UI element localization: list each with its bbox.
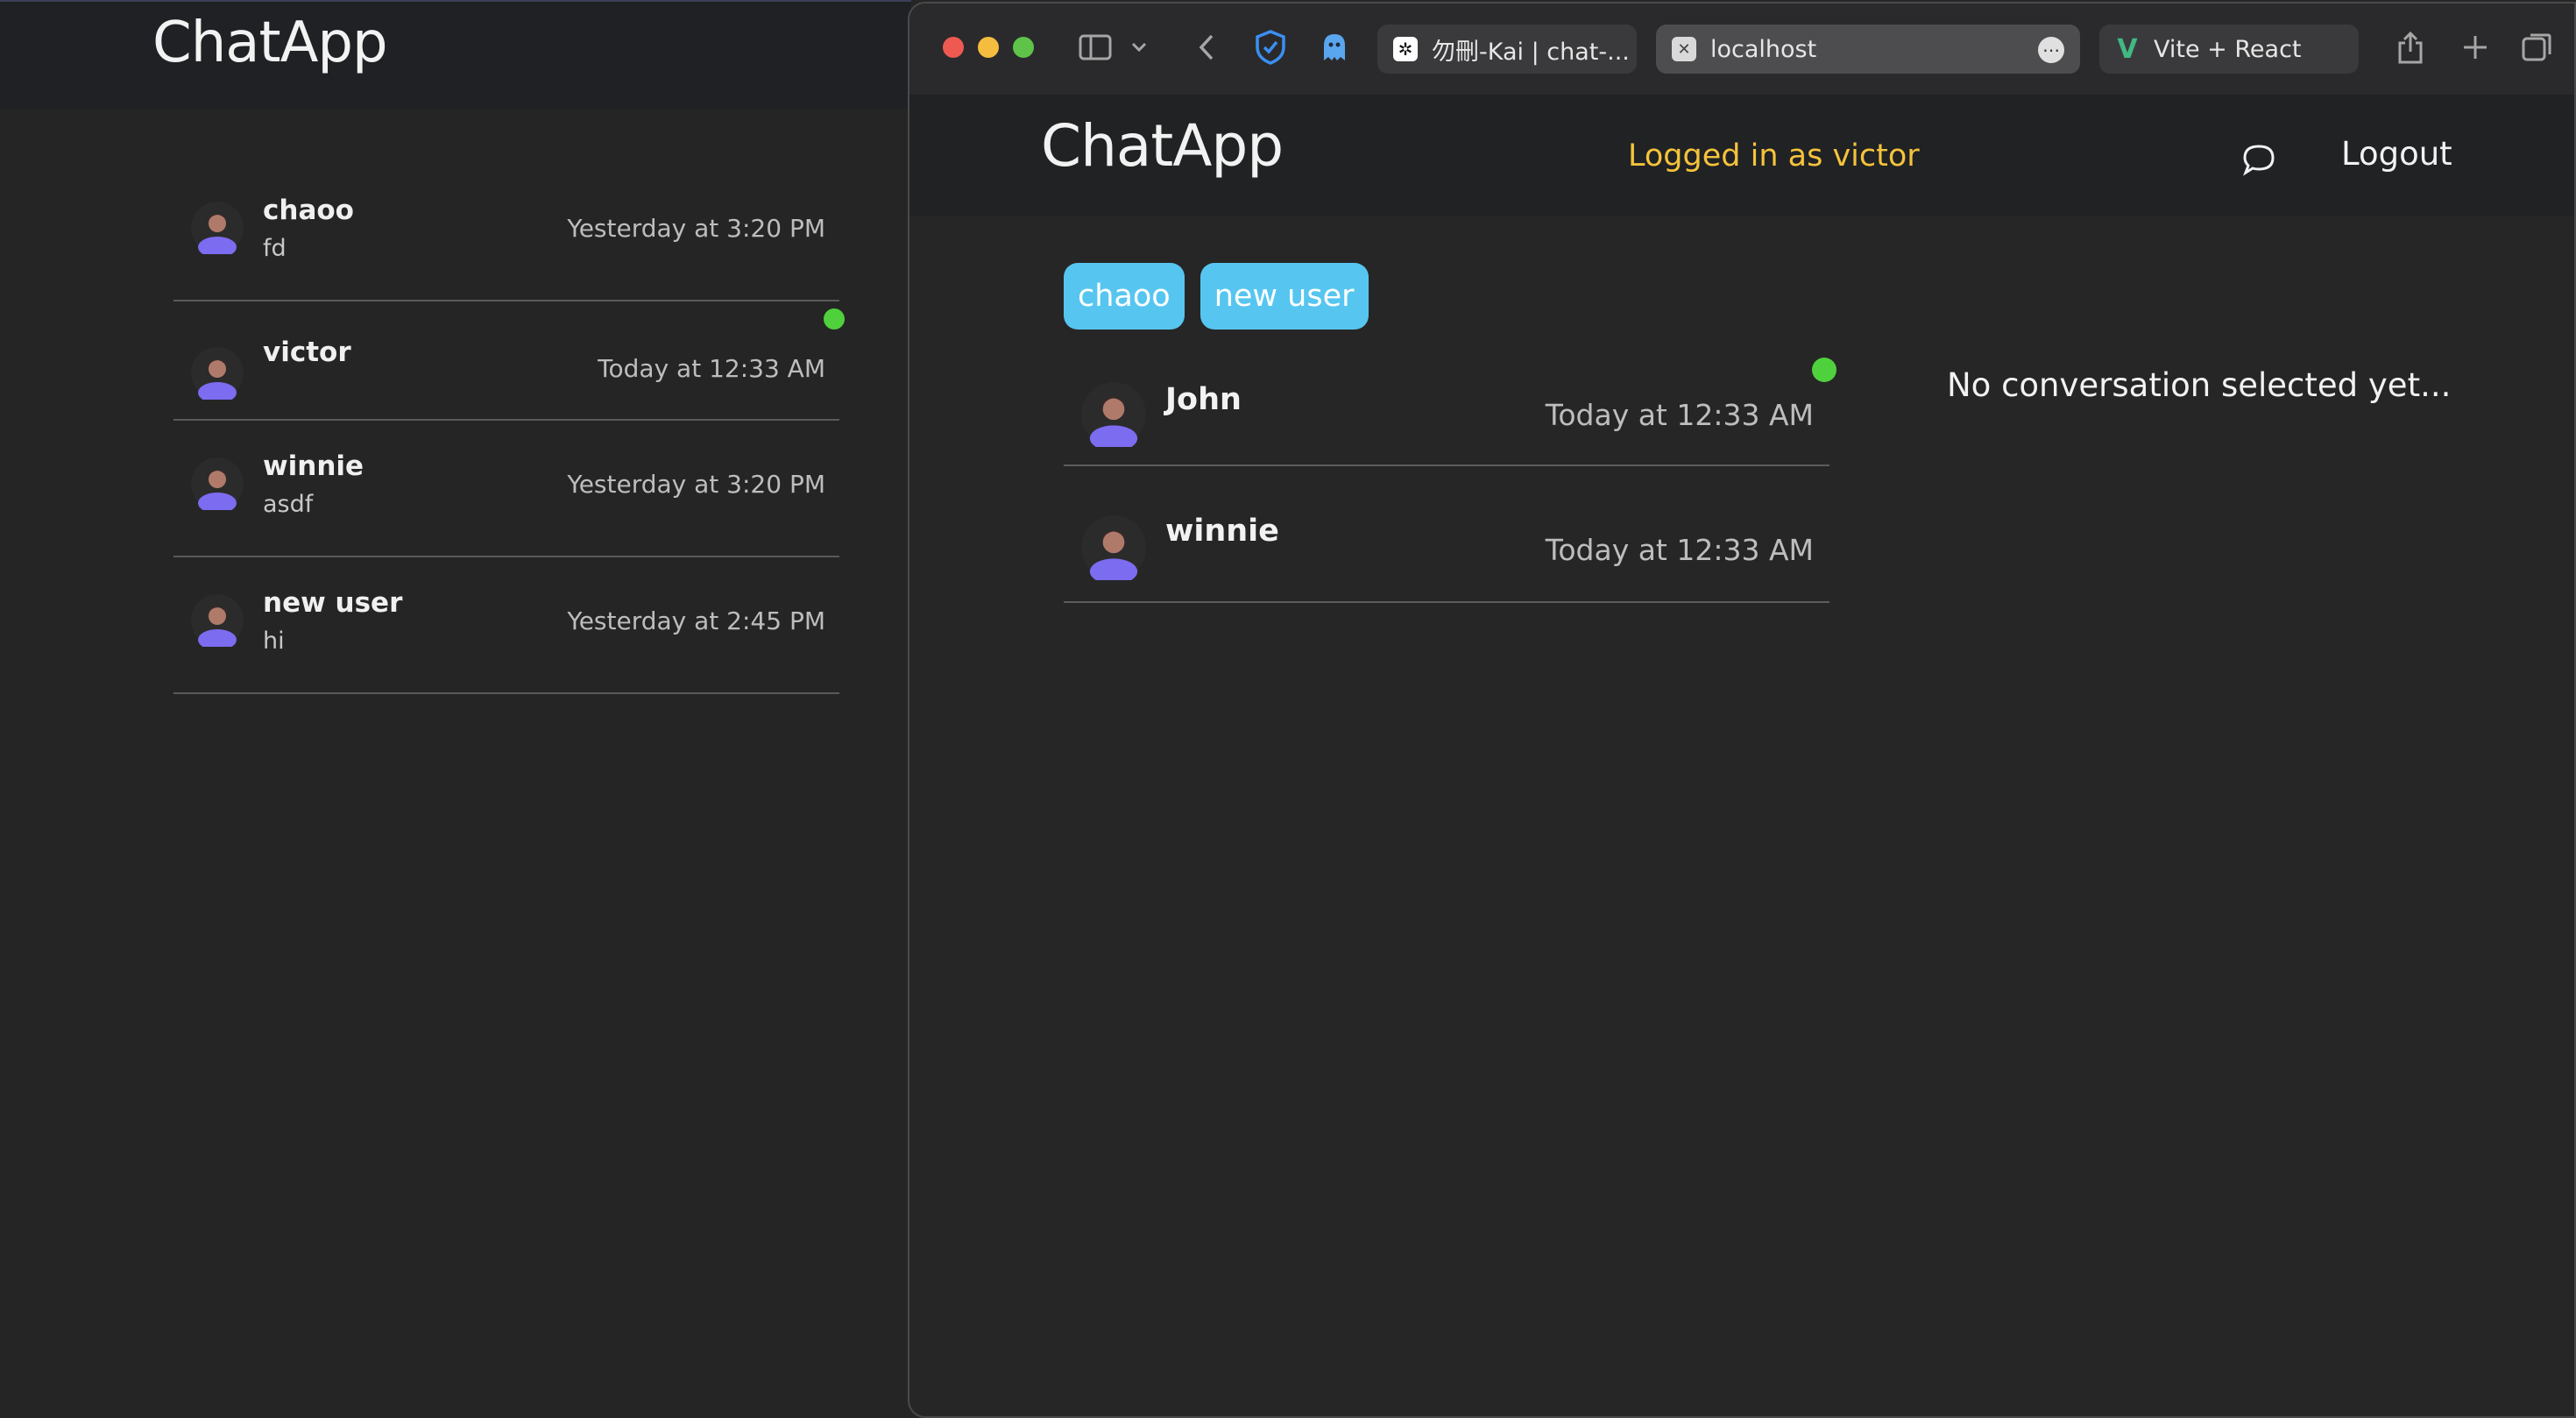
conversation-name: new user [263,587,403,619]
conversation-time: Yesterday at 3:20 PM [567,470,825,499]
user-chips: chaoo new user [1064,263,1369,330]
background-conversation-list: chaoo fd Yesterday at 3:20 PM victor Tod… [173,165,839,694]
online-indicator [1812,358,1836,382]
conversation-list: John Today at 12:33 AM winnie Today at 1… [1064,337,1829,603]
conversation-preview: hi [263,627,285,655]
avatar-icon [191,457,244,510]
share-icon[interactable] [2396,30,2425,65]
app-title: ChatApp [1041,112,1284,180]
chat-bubble-icon[interactable] [2241,142,2276,177]
empty-state-message: No conversation selected yet... [1947,366,2452,404]
logout-button[interactable]: Logout [2341,135,2452,173]
background-app-header: ChatApp [0,0,911,109]
background-app-window: ChatApp chaoo fd Yesterday at 3:20 PM vi… [0,0,911,1418]
conversation-item[interactable]: victor Today at 12:33 AM [173,301,839,421]
tab-vite-react[interactable]: V Vite + React [2099,25,2359,74]
conversation-time: Today at 12:33 AM [598,354,825,383]
close-window-button[interactable] [943,37,964,58]
avatar-icon [191,594,244,647]
conversation-name: winnie [1165,514,1279,549]
app-header: ChatApp Logged in as victor Logout [909,95,2574,216]
shield-icon[interactable] [1253,30,1288,65]
conversation-name: John [1165,382,1242,417]
back-icon[interactable] [1195,30,1218,65]
tab-chat[interactable]: ✲ 勿刪-Kai | chat-... [1377,25,1637,74]
conversation-preview: fd [263,235,287,262]
tab-localhost[interactable]: ✕ localhost ⋯ [1656,25,2080,74]
conversation-item[interactable]: chaoo fd Yesterday at 3:20 PM [173,165,839,301]
conversation-name: winnie [263,450,364,482]
conversation-time: Yesterday at 2:45 PM [567,606,825,635]
conversation-item[interactable]: winnie asdf Yesterday at 3:20 PM [173,421,839,557]
conversation-item[interactable]: John Today at 12:33 AM [1064,337,1829,466]
sidebar-toggle-icon[interactable] [1076,30,1115,65]
avatar-icon [1081,515,1146,580]
tab-overview-icon[interactable] [2522,30,2553,65]
chevron-down-icon[interactable] [1129,30,1150,65]
online-indicator [824,308,845,330]
new-tab-icon[interactable] [2460,30,2490,65]
avatar-icon [191,347,244,400]
avatar-icon [1081,382,1146,447]
browser-toolbar: ✲ 勿刪-Kai | chat-... ✕ localhost ⋯ V Vite… [909,4,2574,95]
conversation-name: victor [263,337,351,368]
conversation-item[interactable]: winnie Today at 12:33 AM [1064,466,1829,603]
conversation-time: Yesterday at 3:20 PM [567,214,825,243]
conversation-time: Today at 12:33 AM [1545,533,1814,567]
conversation-name: chaoo [263,195,354,226]
user-chip[interactable]: new user [1200,263,1369,330]
login-status: Logged in as victor [1628,138,1920,174]
conversation-time: Today at 12:33 AM [1545,398,1814,432]
maximize-window-button[interactable] [1013,37,1034,58]
tab-label: 勿刪-Kai | chat-... [1432,38,1630,66]
browser-window: ✲ 勿刪-Kai | chat-... ✕ localhost ⋯ V Vite… [908,2,2576,1418]
ghost-icon[interactable] [1320,30,1349,65]
close-icon[interactable]: ✕ [1672,37,1696,61]
background-app-title: ChatApp [152,11,388,75]
more-options-icon[interactable]: ⋯ [2038,37,2064,63]
user-chip[interactable]: chaoo [1064,263,1185,330]
vue-icon: V [2117,33,2138,65]
conversation-preview: asdf [263,491,314,518]
conversation-item[interactable]: new user hi Yesterday at 2:45 PM [173,557,839,694]
tab-label: localhost [1710,35,1817,63]
tab-label: Vite + React [2154,35,2302,63]
openai-icon: ✲ [1393,37,1418,61]
minimize-window-button[interactable] [978,37,999,58]
avatar-icon [191,202,244,254]
